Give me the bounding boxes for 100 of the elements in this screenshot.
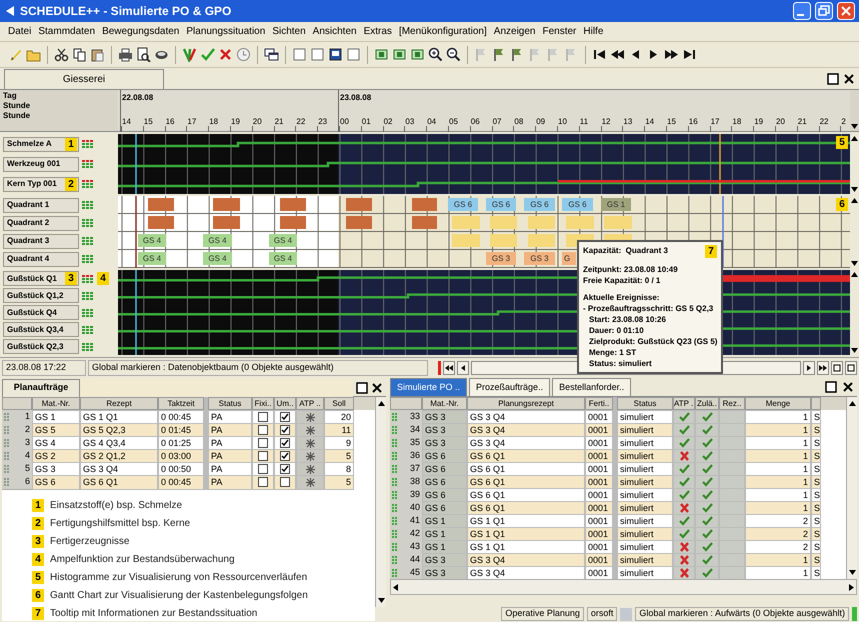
number-badge: 6 — [836, 198, 848, 211]
row-number: 4 — [24, 449, 30, 462]
tooltip-text: Start: 23.08.08 10:26 — [588, 314, 667, 325]
row-label: Gußstück Q2,3 — [7, 340, 64, 352]
number-badge: 1 — [65, 138, 77, 150]
hour-label: 12 — [602, 116, 610, 128]
number-badge: 3 — [65, 272, 77, 285]
tooltip-text: - Prozeßauftragsschritt: GS 5 Q2,3 — [583, 303, 714, 314]
number-badge: 4 — [32, 553, 44, 566]
date-label: 23.08.08 — [340, 92, 372, 104]
gantt-bar: GS 1 — [601, 198, 631, 211]
row-number: 3 — [24, 436, 30, 449]
hour-label: 09 — [536, 116, 546, 128]
status-text: Operative Planung — [501, 607, 584, 621]
gantt-bar: GS 6 — [448, 198, 478, 211]
axis-label: Tag — [3, 91, 18, 101]
hour-label: 17 — [187, 116, 196, 128]
hour-label: 14 — [645, 116, 654, 128]
row-number: 35 — [410, 436, 420, 449]
row-label: Schmelze A — [7, 138, 53, 150]
gantt-bar: GS 3 — [486, 252, 516, 265]
legend-text: Fertigerzeugnisse — [50, 535, 130, 549]
gantt-bar: GS 6 — [486, 198, 516, 211]
hour-label: 22 — [820, 116, 828, 128]
number-badge: 3 — [32, 535, 44, 548]
gantt-bar: G — [562, 252, 576, 265]
hour-label: 14 — [122, 116, 131, 128]
hour-label: 13 — [623, 116, 632, 128]
hour-label: 18 — [732, 116, 742, 128]
row-number: 40 — [410, 501, 420, 514]
gantt-bar: GS 4 — [203, 234, 232, 247]
window-title: SCHEDULE++ - Simulierte PO & GPO — [20, 3, 232, 20]
row-number: 33 — [410, 410, 420, 423]
number-badge: 2 — [32, 517, 44, 530]
row-number: 6 — [24, 475, 30, 488]
hour-label: 20 — [776, 116, 785, 128]
hour-label: 08 — [514, 116, 524, 128]
tooltip-text: Zeitpunkt: 23.08.08 10:49 — [583, 264, 679, 275]
table-cell: PA — [208, 475, 252, 490]
status-message: Global markieren : Datenobjektbaum (0 Objekte ausgewählt) — [88, 360, 428, 376]
tooltip-text: Status: simuliert — [588, 358, 653, 369]
gantt-bar: GS 4 — [138, 234, 166, 247]
hour-label: 21 — [798, 116, 807, 128]
row-number: 34 — [410, 423, 420, 436]
row-number: 1 — [24, 410, 30, 423]
tooltip-text: Menge: 1 ST — [588, 347, 638, 358]
table-cell: 5 — [324, 475, 354, 490]
hour-label: 19 — [754, 116, 764, 128]
number-badge: 2 — [65, 178, 77, 190]
number-badge: 4 — [97, 272, 109, 285]
hour-label: 10 — [558, 116, 567, 128]
hour-label: 22 — [296, 116, 306, 128]
gantt-bar: GS 3 — [524, 252, 555, 265]
row-number: 41 — [410, 514, 420, 527]
row-label: Quadrant 3 — [7, 235, 50, 247]
hour-label: 20 — [252, 116, 262, 128]
hour-label: 17 — [710, 116, 720, 128]
timestamp: 23.08.08 17:22 — [2, 360, 86, 376]
tooltip-text: Aktuelle Ereignisse: — [583, 292, 660, 303]
hour-label: 06 — [470, 116, 480, 128]
table-cell: 0 00:45 — [158, 475, 204, 490]
legend-text: Ampelfunktion zur Bestandsüberwachung — [50, 553, 235, 567]
hour-label: 00 — [340, 116, 349, 128]
hour-label: 04 — [427, 116, 436, 128]
legend-text: Histogramme zur Visualisierung von Ressourcenverläufen — [50, 571, 308, 585]
row-number: 42 — [410, 527, 420, 540]
row-label: Quadrant 4 — [7, 253, 50, 265]
row-label: Quadrant 2 — [7, 217, 50, 229]
row-number: 45 — [410, 566, 420, 579]
legend-text: Tooltip mit Informationen zur Bestandssituation — [50, 607, 258, 621]
table-cell: GS 6 — [32, 475, 80, 490]
hour-label: 01 — [362, 116, 371, 128]
row-number: 36 — [410, 449, 420, 462]
hour-label: 03 — [405, 116, 414, 128]
row-number: 38 — [410, 475, 420, 488]
row-number: 39 — [410, 488, 420, 501]
tooltip-text: Freie Kapazität: 0 / 1 — [583, 275, 662, 286]
gantt-bar: GS 4 — [203, 252, 232, 265]
gantt-bar: GS 4 — [269, 252, 297, 265]
tooltip-text: Dauer: 0 01:10 — [588, 325, 645, 336]
hour-label: 16 — [688, 116, 698, 128]
row-label: Gußstück Q4 — [7, 306, 58, 318]
hour-label: 2 — [841, 116, 846, 128]
row-label: Werkzeug 001 — [7, 158, 62, 170]
legend-text: Fertigungshilfsmittel bsp. Kerne — [50, 517, 190, 531]
legend-text: Einsatzstoff(e) bsp. Schmelze — [50, 499, 182, 513]
gantt-bar: GS 4 — [269, 234, 297, 247]
date-label: 22.08.08 — [122, 92, 154, 104]
hour-label: 18 — [209, 116, 218, 128]
tooltip-title: Kapazität: Quadrant 3 — [583, 245, 668, 257]
axis-label: Stunde — [3, 101, 32, 111]
table-cell: GS 6 Q1 — [80, 475, 158, 490]
row-label: Kern Typ 001 — [7, 178, 58, 190]
hour-label: 15 — [667, 116, 676, 128]
row-number: 44 — [410, 553, 420, 566]
hour-label: 11 — [580, 116, 588, 128]
row-label: Gußstück Q1 — [7, 272, 58, 284]
hour-label: 23 — [318, 116, 328, 128]
legend-text: Gantt Chart zur Visualisierung der Kastenbelegungsfolgen — [50, 589, 308, 603]
number-badge: 6 — [32, 589, 44, 602]
